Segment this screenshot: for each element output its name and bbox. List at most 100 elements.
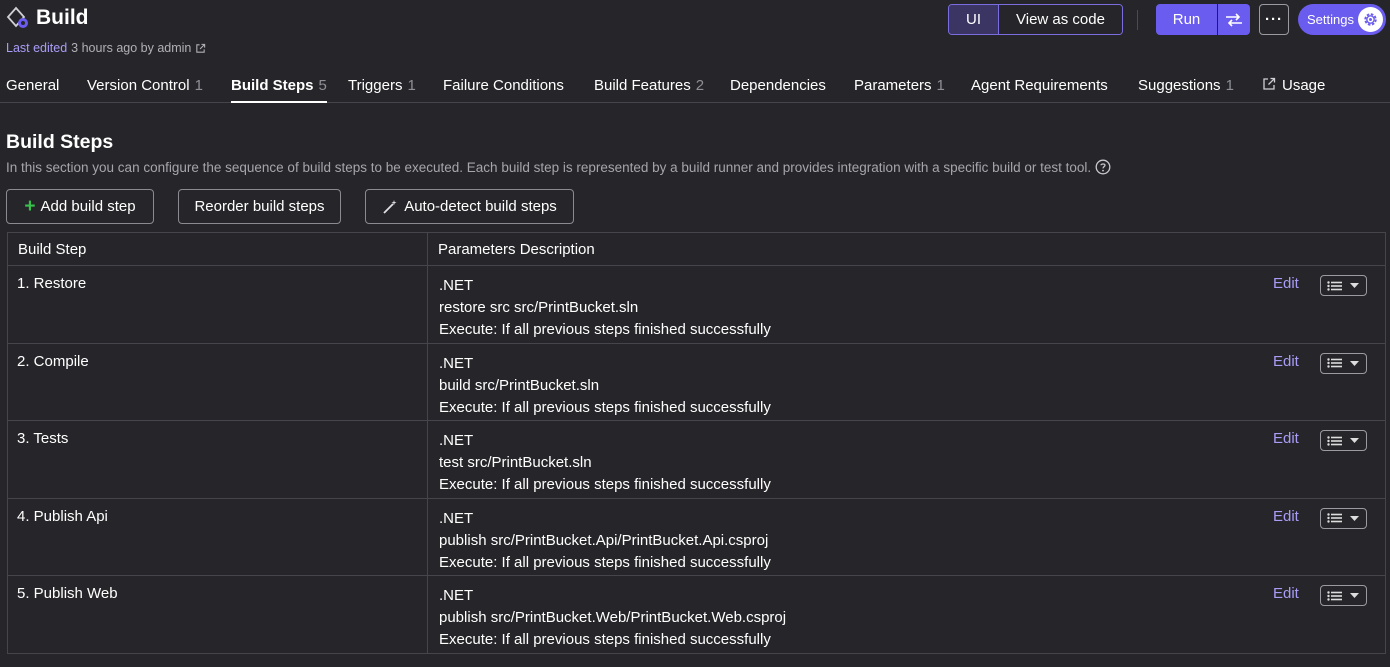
- tab-build-features[interactable]: Build Features 2: [594, 77, 704, 103]
- auto-detect-build-steps-label: Auto-detect build steps: [404, 198, 557, 215]
- run-button[interactable]: Run: [1156, 4, 1217, 35]
- step-command: test src/PrintBucket.sln: [439, 454, 592, 472]
- tab-label: Build Features: [594, 77, 691, 94]
- view-mode-toggle: UI View as code: [948, 4, 1123, 35]
- edit-link[interactable]: Edit: [1273, 353, 1299, 370]
- section-description: In this section you can configure the se…: [6, 159, 1111, 175]
- tab-label: General: [6, 77, 60, 94]
- help-icon[interactable]: [1095, 159, 1111, 175]
- tab-count: 2: [695, 77, 705, 94]
- edit-link[interactable]: Edit: [1273, 585, 1299, 602]
- tab-suggestions[interactable]: Suggestions 1: [1138, 77, 1234, 103]
- build-step-name[interactable]: 4. Publish Api: [7, 497, 428, 577]
- tab-build-steps[interactable]: Build Steps 5: [231, 77, 327, 103]
- execute-condition: Execute: If all previous steps finished …: [439, 631, 771, 649]
- tab-label: Version Control: [87, 77, 190, 94]
- execute-condition: Execute: If all previous steps finished …: [439, 553, 771, 571]
- tab-count: 1: [194, 77, 203, 94]
- step-actions-menu-button[interactable]: [1320, 507, 1367, 529]
- tab-label: Triggers: [348, 77, 403, 94]
- parameters-description: .NET build src/PrintBucket.sln Execute: …: [427, 342, 1386, 422]
- build-step-name[interactable]: 5. Publish Web: [7, 575, 428, 654]
- tab-count: 1: [936, 77, 945, 94]
- step-command: publish src/PrintBucket.Api/PrintBucket.…: [439, 531, 769, 549]
- tab-version-control[interactable]: Version Control 1: [87, 77, 203, 103]
- table-row: 2. Compile .NET build src/PrintBucket.sl…: [7, 342, 1386, 422]
- reorder-build-steps-button[interactable]: Reorder build steps: [178, 189, 341, 224]
- gear-icon: [1358, 7, 1383, 32]
- last-edited-detail: 3 hours ago by admin: [71, 41, 192, 55]
- list-icon: [1327, 513, 1342, 523]
- chevron-down-icon: [1350, 515, 1359, 521]
- tab-parameters[interactable]: Parameters 1: [854, 77, 945, 103]
- external-link-icon[interactable]: [195, 43, 206, 54]
- tab-label: Agent Requirements: [971, 77, 1108, 94]
- settings-label: Settings: [1307, 12, 1354, 27]
- add-build-step-button[interactable]: + Add build step: [6, 189, 154, 224]
- step-command: restore src src/PrintBucket.sln: [439, 299, 639, 316]
- step-actions-menu-button[interactable]: [1320, 275, 1367, 296]
- header-divider: [1137, 10, 1138, 30]
- edit-link[interactable]: Edit: [1273, 275, 1299, 292]
- table-row: 5. Publish Web .NET publish src/PrintBuc…: [7, 575, 1386, 654]
- tab-count: 1: [1225, 77, 1234, 94]
- tab-count: 5: [318, 77, 327, 94]
- column-header-parameters: Parameters Description: [427, 232, 1386, 266]
- auto-detect-build-steps-button[interactable]: Auto-detect build steps: [365, 189, 574, 224]
- tab-label: Build Steps: [231, 77, 314, 94]
- page-title: Build: [36, 6, 89, 29]
- tab-triggers[interactable]: Triggers 1: [348, 77, 416, 103]
- more-actions-button[interactable]: ···: [1259, 4, 1289, 35]
- edit-link[interactable]: Edit: [1273, 508, 1299, 525]
- build-step-name[interactable]: 2. Compile: [7, 342, 428, 422]
- table-row: 1. Restore .NET restore src src/PrintBuc…: [7, 265, 1386, 344]
- list-icon: [1327, 591, 1342, 601]
- plus-icon: +: [24, 195, 36, 217]
- settings-button[interactable]: Settings: [1298, 4, 1386, 35]
- run-options-button[interactable]: [1218, 4, 1250, 35]
- tab-usage[interactable]: Usage: [1262, 77, 1325, 103]
- list-icon: [1327, 280, 1342, 291]
- build-steps-table: Build Step Parameters Description 1. Res…: [7, 232, 1386, 654]
- tab-dependencies[interactable]: Dependencies: [730, 77, 826, 103]
- tab-general[interactable]: General: [6, 77, 59, 103]
- execute-condition: Execute: If all previous steps finished …: [439, 398, 771, 416]
- magic-wand-icon: [383, 199, 397, 214]
- tab-label: Suggestions: [1138, 77, 1221, 94]
- tab-label: Usage: [1282, 77, 1326, 94]
- tab-label: Dependencies: [730, 77, 826, 94]
- build-step-name[interactable]: 3. Tests: [7, 420, 428, 499]
- step-command: build src/PrintBucket.sln: [439, 376, 600, 394]
- config-tabs: General Version Control 1 Build Steps 5 Tr…: [0, 68, 1390, 103]
- execute-condition: Execute: If all previous steps finished …: [439, 476, 771, 494]
- ui-view-button[interactable]: UI: [949, 5, 999, 34]
- view-as-code-button[interactable]: View as code: [999, 5, 1122, 34]
- tab-agent-requirements[interactable]: Agent Requirements: [971, 77, 1108, 103]
- reorder-build-steps-label: Reorder build steps: [194, 198, 325, 215]
- step-actions-menu-button[interactable]: [1320, 352, 1367, 374]
- runner-type: .NET: [439, 432, 474, 450]
- column-header-build-step: Build Step: [7, 232, 428, 266]
- chevron-down-icon: [1350, 438, 1359, 444]
- runner-type: .NET: [439, 587, 474, 605]
- table-row: 4. Publish Api .NET publish src/PrintBuc…: [7, 497, 1386, 577]
- runner-type: .NET: [439, 277, 474, 294]
- tab-count: 1: [407, 77, 416, 94]
- list-icon: [1327, 358, 1342, 368]
- parameters-description: .NET publish src/PrintBucket.Api/PrintBu…: [427, 497, 1386, 577]
- title-wrap: Build: [6, 6, 89, 30]
- edit-link[interactable]: Edit: [1273, 430, 1299, 447]
- last-edited-link[interactable]: Last edited: [6, 41, 67, 55]
- external-link-icon: [1263, 77, 1276, 90]
- step-command: publish src/PrintBucket.Web/PrintBucket.…: [439, 609, 787, 627]
- step-actions-menu-button[interactable]: [1320, 430, 1367, 452]
- tab-failure-conditions[interactable]: Failure Conditions: [443, 77, 564, 103]
- chevron-down-icon: [1350, 593, 1359, 599]
- parameters-description: .NET restore src src/PrintBucket.sln Exe…: [427, 265, 1386, 344]
- step-actions-menu-button[interactable]: [1320, 585, 1367, 607]
- add-build-step-label: Add build step: [40, 198, 136, 215]
- parameters-description: .NET publish src/PrintBucket.Web/PrintBu…: [427, 575, 1386, 654]
- table-row: 3. Tests .NET test src/PrintBucket.sln E…: [7, 420, 1386, 499]
- build-step-name[interactable]: 1. Restore: [7, 265, 428, 344]
- runner-type: .NET: [439, 509, 474, 527]
